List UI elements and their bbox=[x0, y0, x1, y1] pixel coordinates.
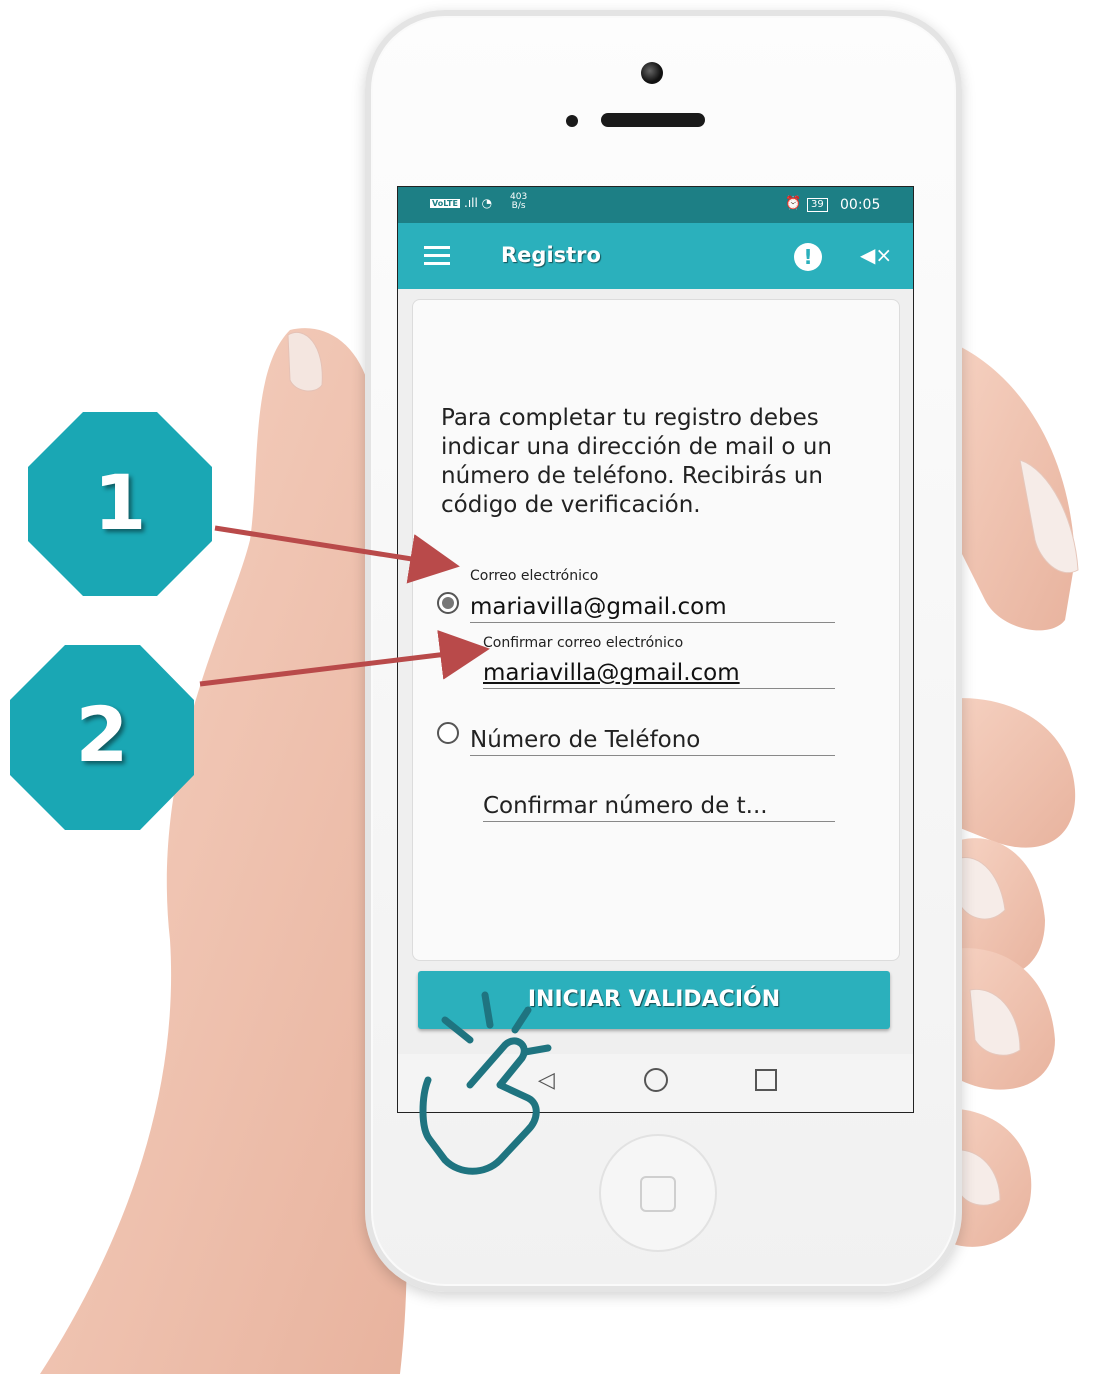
registration-content: Para completar tu registro debes indicar… bbox=[398, 289, 913, 1054]
app-bar: Registro ! ◀× bbox=[398, 223, 913, 289]
nav-recent-apps-icon[interactable] bbox=[755, 1069, 777, 1091]
home-button[interactable] bbox=[599, 1134, 717, 1252]
proximity-sensor bbox=[566, 115, 578, 127]
badge-2: 2 bbox=[75, 690, 129, 779]
nav-back-icon[interactable]: ◁ bbox=[538, 1068, 555, 1093]
network-speed: 403 B/s bbox=[510, 192, 528, 211]
volte-indicator: VoLTE bbox=[430, 199, 460, 208]
nav-home-icon[interactable] bbox=[644, 1068, 668, 1092]
confirm-phone-field[interactable]: Confirmar número de t... bbox=[483, 793, 835, 822]
phone-screen: VoLTE .ıll ◔ 403 B/s ⏰ 39 00:05 Registro … bbox=[397, 186, 914, 1113]
status-time: 00:05 bbox=[840, 197, 881, 213]
confirm-email-label: Confirmar correo electrónico bbox=[483, 635, 684, 651]
front-camera bbox=[641, 62, 663, 84]
battery-level: 39 bbox=[807, 198, 828, 212]
intro-text: Para completar tu registro debes indicar… bbox=[441, 405, 832, 518]
hamburger-menu-icon[interactable] bbox=[424, 246, 450, 266]
confirm-email-field[interactable]: mariavilla@gmail.com bbox=[483, 660, 835, 689]
volume-mute-icon[interactable]: ◀× bbox=[860, 243, 892, 267]
android-nav-bar: ◁ bbox=[398, 1054, 913, 1112]
phone-radio[interactable] bbox=[437, 722, 459, 744]
email-radio[interactable] bbox=[437, 592, 459, 614]
earpiece-speaker bbox=[601, 113, 705, 127]
start-validation-button[interactable]: INICIAR VALIDACIÓN bbox=[418, 971, 890, 1029]
email-field[interactable]: mariavilla@gmail.com bbox=[470, 594, 835, 623]
home-button-square-icon bbox=[640, 1176, 676, 1212]
alarm-icon: ⏰ bbox=[785, 196, 802, 211]
registration-card: Para completar tu registro debes indicar… bbox=[412, 299, 900, 961]
page-title: Registro bbox=[501, 243, 601, 267]
phone-field[interactable]: Número de Teléfono bbox=[470, 727, 835, 756]
signal-wifi-icon: .ıll ◔ bbox=[464, 196, 493, 210]
email-label: Correo electrónico bbox=[470, 568, 599, 584]
badge-1: 1 bbox=[93, 458, 147, 547]
status-bar: VoLTE .ıll ◔ 403 B/s ⏰ 39 00:05 bbox=[398, 187, 913, 223]
alert-circle-icon[interactable]: ! bbox=[794, 243, 822, 271]
